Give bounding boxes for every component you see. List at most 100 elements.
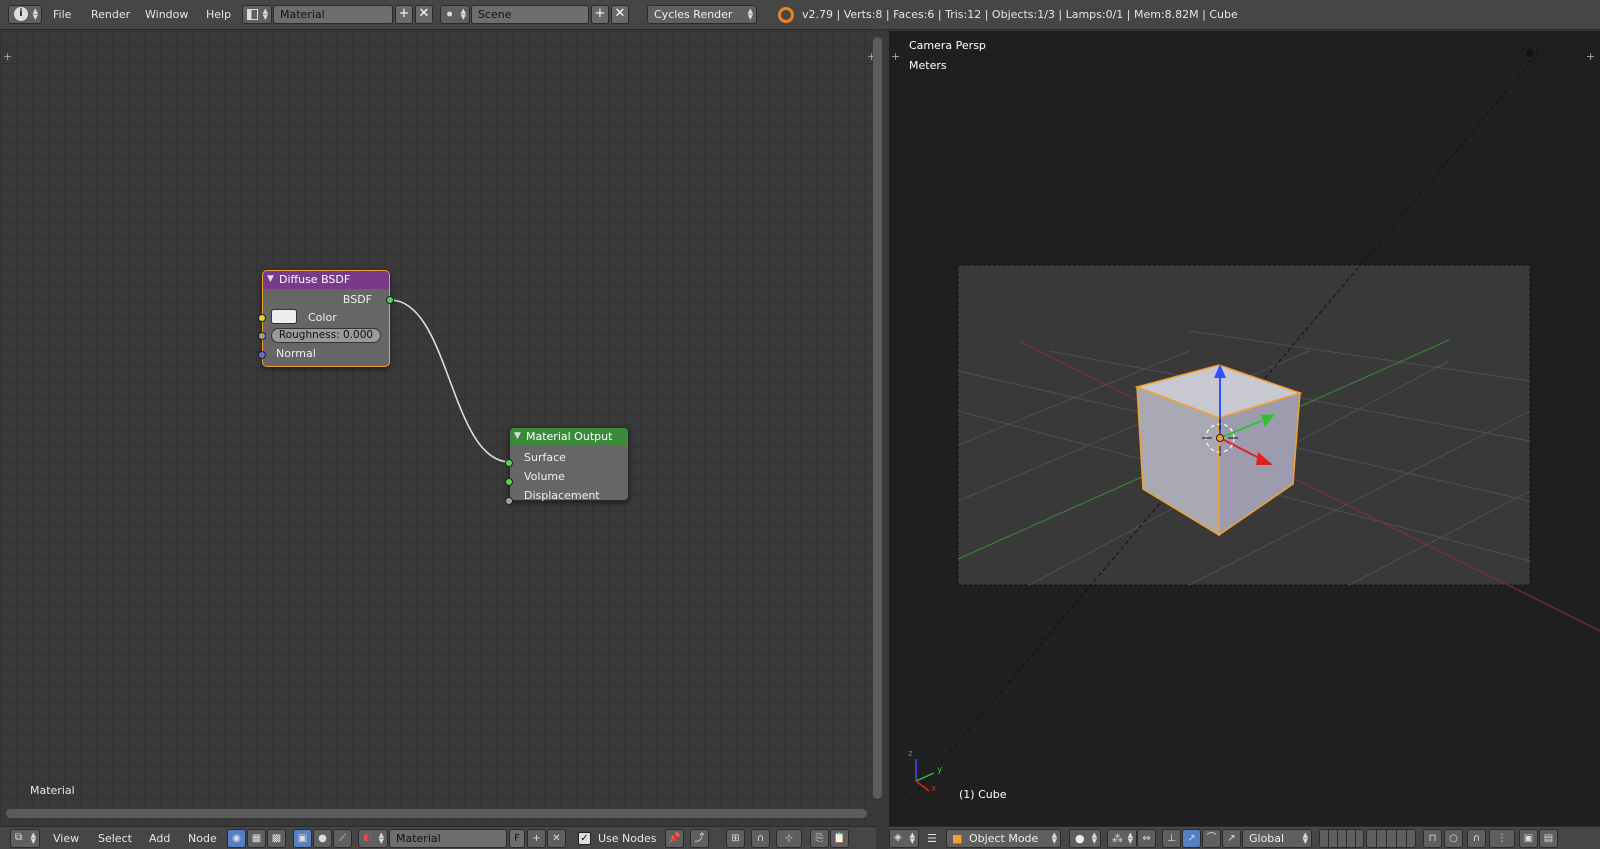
shader-sphere-icon: ◉ xyxy=(232,833,241,844)
3d-viewport[interactable]: z y x Camera Persp Meters (1) Cube + + xyxy=(889,31,1600,826)
opengl-animation-button[interactable]: ▤ xyxy=(1539,829,1558,848)
lock-layers-button[interactable]: ⊓ xyxy=(1423,829,1442,848)
world-shader-button[interactable]: ● xyxy=(313,829,332,848)
area-split-icon[interactable]: + xyxy=(891,50,900,63)
node-layout-button[interactable]: ⊞ xyxy=(726,829,745,848)
chevron-updown-icon: ▲ ▼ xyxy=(909,831,915,845)
layer-buttons-left[interactable] xyxy=(1319,829,1364,848)
material-output-node[interactable]: ▼ Material Output Surface Volume Displac… xyxy=(505,427,629,505)
parent-tree-button[interactable]: ⤴ xyxy=(690,829,709,848)
screen-layout-field[interactable]: Material xyxy=(273,5,393,24)
menu-select[interactable]: Select xyxy=(98,832,132,845)
viewport-scene[interactable] xyxy=(889,31,1600,826)
plus-icon: + xyxy=(532,833,541,844)
view3d-icon: ◈ xyxy=(894,832,902,843)
copy-nodes-button[interactable]: ⎘ xyxy=(810,829,829,848)
rotate-manipulator-button[interactable]: ⌒ xyxy=(1202,829,1221,848)
node-header[interactable]: ▼ Diffuse BSDF xyxy=(263,271,389,289)
object-shader-button[interactable]: ▣ xyxy=(293,829,312,848)
snap-toggle-button[interactable]: ∩ xyxy=(1467,829,1486,848)
delete-scene-button[interactable]: ✕ xyxy=(611,5,629,24)
roughness-input-socket[interactable] xyxy=(258,332,266,340)
material-browse-selector[interactable]: ◐ ▲ ▼ xyxy=(358,829,388,848)
close-icon: ✕ xyxy=(552,833,561,844)
manipulate-center-button[interactable]: ⇔ xyxy=(1137,829,1156,848)
pivot-point-selector[interactable]: ⁂ ▲ ▼ xyxy=(1107,829,1137,848)
bsdf-output-socket[interactable] xyxy=(386,296,394,304)
use-nodes-checkbox[interactable]: ✓ xyxy=(578,832,591,845)
center-arrows-icon: ⇔ xyxy=(1142,833,1151,844)
unlink-material-button[interactable]: ✕ xyxy=(547,829,566,848)
add-screen-button[interactable]: + xyxy=(395,5,413,24)
scene-field[interactable]: Scene xyxy=(471,5,589,24)
collapse-triangle-icon[interactable]: ▼ xyxy=(267,271,274,288)
material-name-field[interactable]: Material xyxy=(389,829,507,848)
displacement-input-socket[interactable] xyxy=(505,497,513,505)
node-editor-area[interactable]: + + ▼ Diffuse BSDF BSDF Color Roughness:… xyxy=(0,31,876,826)
delete-screen-button[interactable]: ✕ xyxy=(415,5,433,24)
render-engine-selector[interactable]: Cycles Render ▲ ▼ xyxy=(647,5,757,24)
add-scene-button[interactable]: + xyxy=(591,5,609,24)
menu-file[interactable]: File xyxy=(53,8,71,21)
proportional-icon: ○ xyxy=(1449,833,1458,844)
material-sphere-icon: ◐ xyxy=(363,832,372,843)
new-material-button[interactable]: + xyxy=(527,829,546,848)
top-header: i ▲ ▼ File Render Window Help ▲ ▼ Material… xyxy=(0,0,1600,30)
color-input-socket[interactable] xyxy=(258,314,266,322)
layer-buttons-right[interactable] xyxy=(1366,829,1416,848)
scale-manipulator-button[interactable]: ↗ xyxy=(1222,829,1241,848)
color-label: Color xyxy=(308,311,337,324)
hamburger-menu-icon[interactable]: ☰ xyxy=(927,832,937,845)
area-split-icon[interactable]: + xyxy=(1586,50,1595,63)
menu-render[interactable]: Render xyxy=(91,8,130,21)
pin-button[interactable]: 📌 xyxy=(665,829,684,848)
editor-type-selector[interactable]: i ▲ ▼ xyxy=(8,5,42,24)
view-name: Camera Persp xyxy=(909,39,986,52)
normal-input-socket[interactable] xyxy=(258,351,266,359)
surface-input-socket[interactable] xyxy=(505,459,513,467)
paste-nodes-button[interactable]: 📋 xyxy=(830,829,849,848)
collapse-triangle-icon[interactable]: ▼ xyxy=(514,428,521,445)
roughness-slider[interactable]: Roughness: 0.000 xyxy=(271,328,381,343)
parent-arrow-icon: ⤴ xyxy=(694,833,705,844)
compositing-nodes-button[interactable]: ▦ xyxy=(247,829,266,848)
proportional-edit-button[interactable]: ○ xyxy=(1444,829,1463,848)
linestyle-shader-button[interactable]: ⟋ xyxy=(333,829,352,848)
color-swatch[interactable] xyxy=(271,309,297,324)
chevron-updown-icon: ▲ ▼ xyxy=(1127,831,1133,845)
menu-help[interactable]: Help xyxy=(206,8,231,21)
pivot-icon: ⁂ xyxy=(1112,832,1123,845)
menu-window[interactable]: Window xyxy=(145,8,188,21)
diffuse-bsdf-node[interactable]: ▼ Diffuse BSDF BSDF Color Roughness: 0.0… xyxy=(258,270,394,367)
viewport-shading-selector[interactable]: ● ▲ ▼ xyxy=(1069,829,1101,848)
snap-grid-icon: ⊹ xyxy=(784,833,794,844)
translate-manipulator-button[interactable]: ↗ xyxy=(1182,829,1201,848)
interaction-mode-selector[interactable]: ■ Object Mode ▲ ▼ xyxy=(946,829,1061,848)
menu-add[interactable]: Add xyxy=(149,832,170,845)
paste-icon: 📋 xyxy=(833,833,846,844)
snap-element-selector[interactable]: ⋮ xyxy=(1489,829,1515,848)
volume-input-socket[interactable] xyxy=(505,478,513,486)
snap-element-selector[interactable]: ⊹ xyxy=(776,829,802,848)
fake-user-button[interactable]: F xyxy=(509,829,525,848)
vertical-scrollbar[interactable] xyxy=(873,37,882,799)
editor-type-selector[interactable]: ◈ ▲ ▼ xyxy=(889,829,919,848)
manipulator-toggle-button[interactable]: ⊥ xyxy=(1162,829,1181,848)
screen-layout-selector[interactable]: ▲ ▼ xyxy=(242,5,272,24)
snap-toggle-button[interactable]: ∩ xyxy=(751,829,770,848)
transform-orientation-selector[interactable]: Global ▲ ▼ xyxy=(1242,829,1312,848)
editor-type-selector[interactable]: ⧉ ▲ ▼ xyxy=(10,829,40,848)
menu-view[interactable]: View xyxy=(53,832,79,845)
shader-nodes-button[interactable]: ◉ xyxy=(227,829,246,848)
horizontal-scrollbar[interactable] xyxy=(6,809,867,818)
chevron-updown-icon: ▲ ▼ xyxy=(378,831,384,845)
menu-node[interactable]: Node xyxy=(188,832,217,845)
opengl-render-button[interactable]: ▣ xyxy=(1519,829,1538,848)
close-icon: ✕ xyxy=(418,6,430,21)
texture-nodes-button[interactable]: ▩ xyxy=(267,829,286,848)
transform-orientation-label: Global xyxy=(1249,832,1285,845)
node-link-wire[interactable] xyxy=(0,31,876,826)
node-header[interactable]: ▼ Material Output xyxy=(510,428,628,446)
scene-selector[interactable]: ⚫ ▲ ▼ xyxy=(440,5,470,24)
world-icon: ● xyxy=(318,833,327,844)
